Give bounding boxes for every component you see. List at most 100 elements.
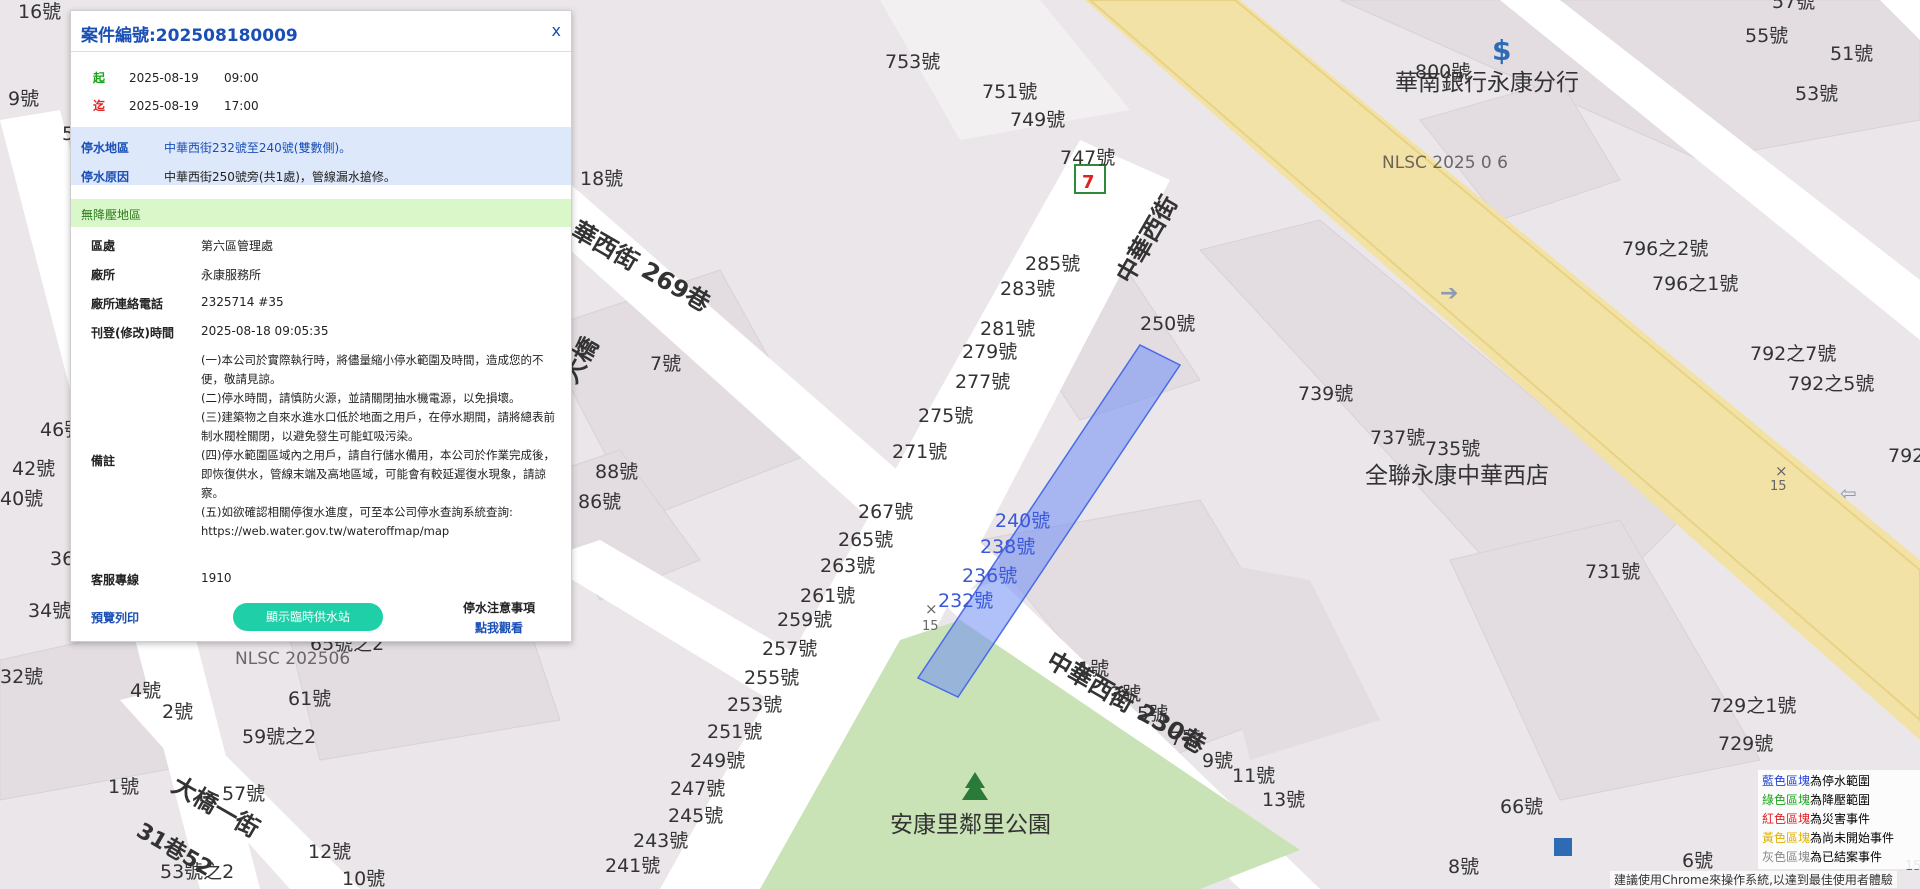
end-time: 17:00 <box>224 99 259 113</box>
end-date: 2025-08-19 <box>129 99 199 113</box>
house-number: 241號 <box>605 855 660 877</box>
hotline-label: 客服專線 <box>91 573 140 587</box>
house-number: 257號 <box>762 638 817 660</box>
house-number: 10號 <box>342 868 385 889</box>
house-number: 3號 <box>1110 683 1141 705</box>
house-number: 735號 <box>1425 438 1480 460</box>
house-number: 57號 <box>222 783 265 805</box>
house-number: 737號 <box>1370 427 1425 449</box>
legend-description: 為已結案事件 <box>1810 850 1883 864</box>
legend-color-label: 紅色區塊 <box>1762 812 1811 826</box>
house-number: 253號 <box>727 694 782 716</box>
house-number: 283號 <box>1000 278 1055 300</box>
house-number: 261號 <box>800 585 855 607</box>
house-number: 249號 <box>690 750 745 772</box>
legend-color-label: 藍色區塊 <box>1762 774 1811 788</box>
house-number: 731號 <box>1585 561 1640 583</box>
remarks-block: (一)本公司於實際執行時，將儘量縮小停水範圍及時間，造成您的不便，敬請見諒。 (… <box>201 351 556 541</box>
house-number: 240號 <box>995 510 1050 532</box>
legend-item: 藍色區塊為停水範圍 <box>1762 772 1920 791</box>
office-label: 廠所 <box>91 268 116 282</box>
house-number: 236號 <box>962 565 1017 587</box>
house-number: 34號 <box>28 600 71 622</box>
legend-color-label: 黃色區塊 <box>1762 831 1811 845</box>
house-number: 251號 <box>707 721 762 743</box>
house-number: 729號 <box>1718 733 1773 755</box>
remark-item: (二)停水時間，請慎防火源，並請關閉抽水機電源，以免損壞。 <box>201 391 521 405</box>
legend-description: 為停水範圍 <box>1810 774 1871 788</box>
published-value: 2025-08-18 09:05:35 <box>201 324 329 338</box>
remark-item: (三)建築物之自來水進水口低於地面之用戶，在停水期間，請將總表前制水閥栓關閉，以… <box>201 410 555 443</box>
hotline-value: 1910 <box>201 571 232 585</box>
office-value: 永康服務所 <box>201 268 262 282</box>
legend-description: 為災害事件 <box>1810 812 1871 826</box>
house-number: 729之1號 <box>1710 695 1796 717</box>
house-number: 800號 <box>1415 61 1470 83</box>
house-number: 275號 <box>918 405 973 427</box>
browser-recommendation-footer: 建議使用Chrome來操作系統,以達到最佳使用者體驗 <box>1610 871 1897 888</box>
house-number: 66號 <box>1500 796 1543 818</box>
reason-label: 停水原因 <box>81 170 130 184</box>
house-number: 86號 <box>578 491 621 513</box>
svg-text:➔: ➔ <box>1440 281 1458 306</box>
house-number: 9號 <box>1202 750 1233 772</box>
published-label: 刊登(修改)時間 <box>91 326 174 340</box>
house-number: 285號 <box>1025 253 1080 275</box>
house-number: 6號 <box>1682 850 1713 872</box>
reduced-pressure-band <box>71 199 571 227</box>
house-number: 15 <box>922 619 939 634</box>
house-number: 55號 <box>1745 25 1788 47</box>
legend-item: 綠色區塊為降壓範圍 <box>1762 791 1920 810</box>
svg-text:×: × <box>1775 462 1788 480</box>
house-number: 747號 <box>1060 147 1115 169</box>
district-label: 區處 <box>91 239 116 253</box>
legend-color-label: 綠色區塊 <box>1762 793 1811 807</box>
remark-item: (五)如欲確認相關停復水進度，可至本公司停水查詢系統查詢: https://we… <box>201 505 513 538</box>
svg-text:⇦: ⇦ <box>1840 481 1857 505</box>
close-button[interactable]: x <box>552 21 561 40</box>
house-number: 5號 <box>1137 703 1168 725</box>
house-number: 2號 <box>162 701 193 723</box>
house-number: 749號 <box>1010 109 1065 131</box>
map-label-store: 全聯永康中華西店 <box>1365 463 1549 489</box>
print-preview-link[interactable]: 預覽列印 <box>91 609 139 626</box>
start-date: 2025-08-19 <box>129 71 199 85</box>
house-number: 18號 <box>580 168 623 190</box>
map-watermark: NLSC 2025 0 6 <box>1382 153 1508 173</box>
popup-header: 案件編號:202508180009 x <box>71 11 571 52</box>
house-number: 4號 <box>130 680 161 702</box>
legend-item: 灰色區塊為已結案事件 <box>1762 848 1920 867</box>
map-label-park: 安康里鄰里公園 <box>890 812 1051 838</box>
house-number: 238號 <box>980 536 1035 558</box>
legend-color-label: 灰色區塊 <box>1762 850 1811 864</box>
house-number: 59號之2 <box>242 726 316 748</box>
bank-icon: $ <box>1492 34 1511 67</box>
outage-info-popup: 案件編號:202508180009 x 起 2025-08-19 09:00 迄 20… <box>70 10 572 642</box>
house-number: 279號 <box>962 341 1017 363</box>
end-mark: 迄 <box>93 99 106 113</box>
house-number: 792之5號 <box>1788 373 1874 395</box>
school-icon <box>1554 838 1572 856</box>
house-number: 281號 <box>980 318 1035 340</box>
notice-link[interactable]: 點我觀看 <box>475 619 523 636</box>
house-number: 259號 <box>777 609 832 631</box>
house-number: 263號 <box>820 555 875 577</box>
house-number: 271號 <box>892 441 947 463</box>
reduced-pressure-text: 無降壓地區 <box>81 208 142 222</box>
start-time: 09:00 <box>224 71 259 85</box>
house-number: 245號 <box>668 805 723 827</box>
house-number: 796之1號 <box>1652 273 1738 295</box>
house-number: 1號 <box>108 776 139 798</box>
house-number: 267號 <box>858 501 913 523</box>
legend-item: 黃色區塊為尚未開始事件 <box>1762 829 1920 848</box>
house-number: 11號 <box>1232 765 1275 787</box>
phone-value: 2325714 #35 <box>201 295 284 309</box>
house-number: 53號之2 <box>160 861 234 883</box>
area-label: 停水地區 <box>81 141 130 155</box>
house-number: 40號 <box>0 488 43 510</box>
remark-item: (一)本公司於實際執行時，將儘量縮小停水範圍及時間，造成您的不便，敬請見諒。 <box>201 353 544 386</box>
house-number: 61號 <box>288 688 331 710</box>
house-number: 232號 <box>938 590 993 612</box>
area-value: 中華西街232號至240號(雙數側)。 <box>164 141 352 155</box>
show-temp-water-station-button[interactable]: 顯示臨時供水站 <box>233 603 383 631</box>
